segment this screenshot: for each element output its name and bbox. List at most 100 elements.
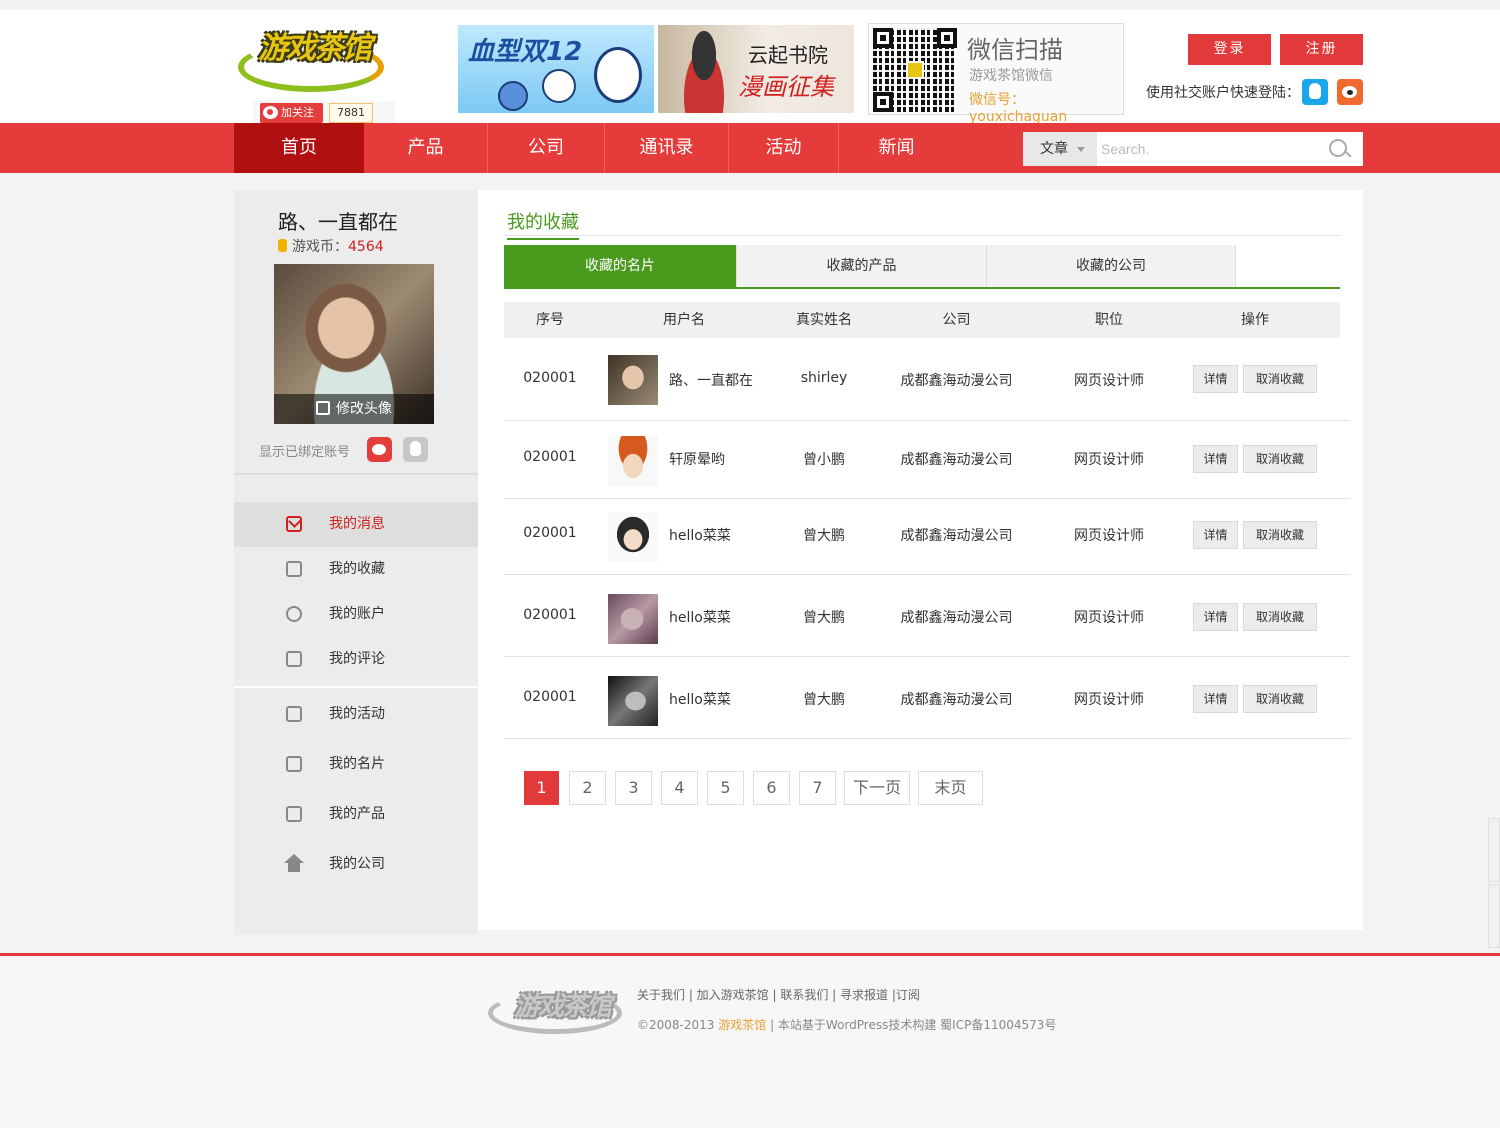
username[interactable]: 轩原晕哟 [669,449,779,469]
nav-item-news[interactable]: 新闻 [839,123,954,173]
main-nav: 首页 产品 公司 通讯录 活动 新闻 文章 [0,123,1500,173]
detail-button[interactable]: 详情 [1193,685,1238,713]
company: 成都鑫海动漫公司 [900,373,1013,389]
position: 网页设计师 [1074,692,1144,708]
detail-button[interactable]: 详情 [1193,521,1238,549]
username[interactable]: 路、一直都在 [669,370,779,390]
weibo-login-icon[interactable] [1337,79,1363,105]
nav-item-contacts[interactable]: 通讯录 [605,123,729,173]
nav-item-companies[interactable]: 公司 [488,123,605,173]
qq-login-icon[interactable] [1302,79,1328,105]
sidebar-item-favorites[interactable]: 我的收藏 [234,547,478,592]
site-header: 游戏茶馆 加关注 7881 血型双12 云起书院 漫画征集 微信扫描 游戏茶馆微… [0,10,1500,125]
footer-links[interactable]: 关于我们 | 加入游戏茶馆 | 联系我们 | 寻求报道 |订阅 [637,986,920,1003]
social-login-text: 使用社交账户快速登陆： [1146,85,1300,101]
divider [234,473,478,475]
sidebar-item-company[interactable]: 我的公司 [234,842,478,887]
page-button[interactable]: 7 [799,771,836,805]
bound-accounts-label: 显示已绑定账号 [259,445,351,460]
edit-avatar-label: 修改头像 [336,401,392,417]
user-avatar[interactable] [608,594,658,644]
cancel-favorite-button[interactable]: 取消收藏 [1243,365,1317,393]
sidebar-item-label: 我的消息 [329,516,385,532]
copyright-brand-link[interactable]: 游戏茶馆 [718,1018,766,1032]
user-avatar[interactable] [608,512,658,562]
user-avatar[interactable] [608,355,658,405]
username[interactable]: hello菜菜 [669,607,779,627]
page-button[interactable]: 2 [569,771,606,805]
users-icon [286,606,302,622]
logo-text: 游戏茶馆 [258,31,372,66]
nav-item-activities[interactable]: 活动 [729,123,839,173]
page-button[interactable]: 6 [753,771,790,805]
weibo-icon [263,106,278,119]
nav-item-home[interactable]: 首页 [234,123,364,173]
cancel-favorite-button[interactable]: 取消收藏 [1243,445,1317,473]
search-category-select[interactable]: 文章 [1023,132,1097,166]
column-header: 操作 [1241,312,1269,328]
search-input[interactable] [1101,132,1321,166]
detail-button[interactable]: 详情 [1193,603,1238,631]
follow-button[interactable]: 加关注 [260,103,323,123]
nav-item-products[interactable]: 产品 [364,123,488,173]
copyright-prefix: ©2008-2013 [637,1018,719,1032]
coin-icon [278,239,287,252]
page-button[interactable]: 4 [661,771,698,805]
column-header: 用户名 [663,312,705,328]
ad-banner-blood-type[interactable]: 血型双12 [458,25,654,113]
serial-number: 020001 [523,449,577,465]
serial-number: 020001 [523,525,577,541]
detail-button[interactable]: 详情 [1193,365,1238,393]
page-button[interactable]: 5 [707,771,744,805]
user-avatar[interactable] [608,676,658,726]
page-button[interactable]: 3 [615,771,652,805]
sidebar-item-cards[interactable]: 我的名片 [234,742,478,787]
page-button[interactable]: 1 [524,771,559,805]
login-button[interactable]: 登录 [1188,34,1271,65]
weibo-bound-icon[interactable] [367,437,392,462]
cancel-favorite-button[interactable]: 取消收藏 [1243,521,1317,549]
tab-products[interactable]: 收藏的产品 [737,245,987,287]
edit-avatar-button[interactable]: 修改头像 [274,394,434,424]
position: 网页设计师 [1074,528,1144,544]
coin-balance: 游戏币：4564 [278,236,384,256]
position: 网页设计师 [1074,610,1144,626]
last-page-button[interactable]: 末页 [918,771,983,805]
home-icon [284,854,304,872]
next-page-button[interactable]: 下一页 [844,771,910,805]
register-button[interactable]: 注册 [1280,34,1363,65]
footer-logo[interactable]: 游戏茶馆 [488,974,628,1034]
tab-companies[interactable]: 收藏的公司 [987,245,1236,287]
user-avatar[interactable] [608,436,658,486]
divider [504,235,1340,236]
search-icon[interactable] [1329,139,1351,161]
cancel-favorite-button[interactable]: 取消收藏 [1243,603,1317,631]
sidebar-item-messages[interactable]: 我的消息 [234,502,478,547]
username[interactable]: hello菜菜 [669,525,779,545]
site-logo[interactable]: 游戏茶馆 [238,14,386,96]
side-float-tab[interactable] [1488,818,1500,882]
column-header: 序号 [536,312,564,328]
qq-bound-icon[interactable] [403,437,428,462]
side-float-tab[interactable] [1488,884,1500,948]
user-sidebar: 路、一直都在 游戏币：4564 修改头像 显示已绑定账号 我的消息 我的收藏 我… [234,190,478,935]
sidebar-item-account[interactable]: 我的账户 [234,592,478,637]
cancel-favorite-button[interactable]: 取消收藏 [1243,685,1317,713]
banner-title: 血型双12 [468,37,583,67]
sidebar-item-label: 我的活动 [329,706,385,722]
position: 网页设计师 [1074,373,1144,389]
company: 成都鑫海动漫公司 [900,528,1013,544]
ad-banner-yunqi[interactable]: 云起书院 漫画征集 [658,25,854,113]
sidebar-item-products[interactable]: 我的产品 [234,792,478,837]
copyright: ©2008-2013 游戏茶馆 | 本站基于WordPress技术构建 蜀ICP… [637,1016,1056,1033]
detail-button[interactable]: 详情 [1193,445,1238,473]
cartoon-figure-3 [594,47,642,103]
username[interactable]: hello菜菜 [669,689,779,709]
banner-subtitle: 漫画征集 [738,73,834,101]
follow-count: 7881 [329,103,373,123]
wechat-title: 微信扫描 [967,36,1063,64]
sidebar-item-activities[interactable]: 我的活动 [234,692,478,737]
sidebar-item-comments[interactable]: 我的评论 [234,637,478,682]
sidebar-item-label: 我的评论 [329,651,385,667]
tab-cards[interactable]: 收藏的名片 [504,245,737,287]
